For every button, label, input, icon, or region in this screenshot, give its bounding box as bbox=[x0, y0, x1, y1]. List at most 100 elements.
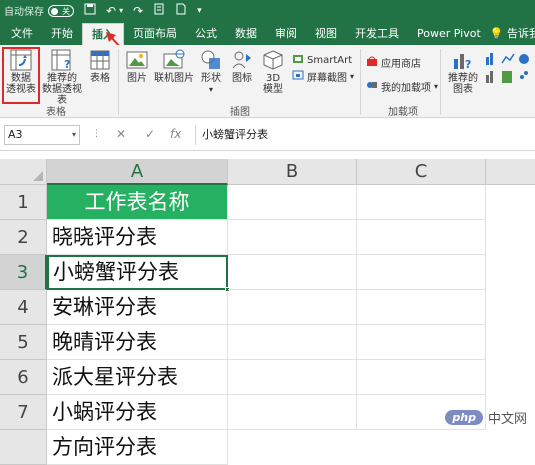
tab-file[interactable]: 文件 bbox=[2, 23, 42, 45]
cell-c1[interactable] bbox=[357, 185, 486, 220]
cell-a3[interactable]: 小螃蟹评分表 bbox=[47, 255, 228, 290]
cell-a8[interactable]: 方向评分表 bbox=[47, 430, 228, 465]
cell-b2[interactable] bbox=[228, 220, 357, 255]
cell-c4[interactable] bbox=[357, 290, 486, 325]
online-picture-button[interactable]: 联机图片 bbox=[152, 49, 196, 84]
cell-a7[interactable]: 小蜗评分表 bbox=[47, 395, 228, 430]
ribbon-tabs: 文件 开始 插入 页面布局 公式 数据 审阅 视图 开发工具 Power Piv… bbox=[0, 21, 535, 45]
chevron-down-icon: ▾ bbox=[71, 130, 76, 139]
my-addins-button[interactable]: 我的加载项 ▾ bbox=[366, 79, 438, 94]
watermark: php 中文网 bbox=[445, 408, 527, 427]
svg-text:?: ? bbox=[64, 58, 70, 71]
tell-me-search[interactable]: 💡 告诉我你想要 bbox=[490, 23, 535, 45]
addins-icon bbox=[366, 79, 378, 94]
column-header-a[interactable]: A bbox=[47, 159, 228, 185]
cell-b1[interactable] bbox=[228, 185, 357, 220]
store-button[interactable]: 应用商店 bbox=[366, 55, 421, 70]
picture-button[interactable]: 图片 bbox=[124, 49, 150, 84]
ribbon-divider bbox=[360, 49, 361, 115]
table-button[interactable]: 表格 bbox=[88, 49, 112, 84]
cell-b7[interactable] bbox=[228, 395, 357, 430]
tab-power-pivot[interactable]: Power Pivot bbox=[408, 23, 490, 45]
cell-a1[interactable]: 工作表名称 bbox=[47, 185, 228, 220]
smartart-button[interactable]: SmartArt bbox=[292, 53, 352, 68]
redo-icon[interactable]: ↷ bbox=[133, 4, 143, 18]
print-preview-icon[interactable] bbox=[153, 3, 165, 18]
icons-button[interactable]: 图标 bbox=[230, 49, 254, 84]
watermark-text: 中文网 bbox=[487, 412, 527, 427]
cell-b4[interactable] bbox=[228, 290, 357, 325]
tab-view[interactable]: 视图 bbox=[306, 23, 346, 45]
cell-b5[interactable] bbox=[228, 325, 357, 360]
customize-toolbar-icon[interactable]: ▾ bbox=[197, 6, 202, 16]
tab-developer[interactable]: 开发工具 bbox=[346, 23, 408, 45]
chart-types-icon bbox=[486, 53, 529, 83]
screenshot-icon bbox=[292, 69, 304, 84]
row-header-2[interactable]: 2 bbox=[0, 220, 47, 255]
cell-a4[interactable]: 安琳评分表 bbox=[47, 290, 228, 325]
online-picture-icon bbox=[163, 49, 185, 71]
highlight-box bbox=[2, 47, 40, 104]
recommended-charts-button[interactable]: ? 推荐的 图表 bbox=[446, 49, 480, 95]
cell-c2[interactable] bbox=[357, 220, 486, 255]
insert-function-icon[interactable]: fx bbox=[170, 125, 181, 143]
tab-home[interactable]: 开始 bbox=[42, 23, 82, 45]
cell-c5[interactable] bbox=[357, 325, 486, 360]
cell-a2[interactable]: 晓晓评分表 bbox=[47, 220, 228, 255]
ribbon-insert: 数据 透视表 ? 推荐的 数据透视表 表格 表格 图片 联机图片 形状 ▾ 图标… bbox=[0, 45, 535, 118]
formula-bar: A3 ▾ ⋮ ✕ ✓ fx 小螃蟹评分表 bbox=[0, 118, 535, 151]
group-label-illustrations: 插图 bbox=[230, 107, 250, 118]
tab-formulas[interactable]: 公式 bbox=[186, 23, 226, 45]
cell-c3[interactable] bbox=[357, 255, 486, 290]
recommended-pivot-icon: ? bbox=[51, 49, 73, 71]
screenshot-button[interactable]: 屏幕截图 ▾ bbox=[292, 69, 354, 84]
tab-data[interactable]: 数据 bbox=[226, 23, 266, 45]
recommended-charts-icon: ? bbox=[452, 49, 474, 71]
formula-input[interactable]: 小螃蟹评分表 bbox=[195, 125, 531, 145]
row-header-3[interactable]: 3 bbox=[0, 255, 47, 290]
cell-a6[interactable]: 派大星评分表 bbox=[47, 360, 228, 395]
new-file-icon[interactable] bbox=[175, 3, 187, 18]
ribbon-divider bbox=[118, 49, 119, 115]
lightbulb-icon: 💡 bbox=[489, 27, 504, 40]
column-header-c[interactable]: C bbox=[357, 159, 486, 185]
shapes-button[interactable]: 形状 ▾ bbox=[198, 49, 224, 95]
row-header-6[interactable]: 6 bbox=[0, 360, 47, 395]
recommended-pivot-button[interactable]: ? 推荐的 数据透视表 bbox=[40, 49, 84, 106]
column-header-d[interactable] bbox=[486, 159, 535, 185]
save-icon[interactable] bbox=[84, 3, 96, 18]
row-header-4[interactable]: 4 bbox=[0, 290, 47, 325]
more-options-icon[interactable]: ⋮ bbox=[92, 125, 101, 143]
cell-c6[interactable] bbox=[357, 360, 486, 395]
picture-icon bbox=[126, 49, 148, 71]
chart-types-gallery[interactable] bbox=[484, 51, 532, 104]
cell-b3[interactable] bbox=[228, 255, 357, 290]
select-all-button[interactable] bbox=[0, 159, 47, 185]
autosave-label: 自动保存 bbox=[4, 7, 44, 18]
cell-a5[interactable]: 晚晴评分表 bbox=[47, 325, 228, 360]
undo-icon[interactable]: ↶ bbox=[106, 4, 116, 18]
autosave-toggle[interactable]: 关 bbox=[48, 4, 74, 17]
php-logo: php bbox=[445, 410, 483, 425]
store-icon bbox=[366, 55, 378, 70]
3d-model-button[interactable]: 3D 模型 bbox=[260, 49, 286, 95]
group-label-tables: 表格 bbox=[46, 107, 66, 118]
column-header-b[interactable]: B bbox=[228, 159, 357, 185]
worksheet-grid: A B C 1 2 3 4 5 6 7 工作表名称 晓晓评分表 小螃蟹评分表 安… bbox=[0, 151, 535, 465]
undo-dropdown-icon[interactable]: ▾ bbox=[119, 6, 123, 15]
name-box[interactable]: A3 ▾ bbox=[4, 125, 80, 145]
table-icon bbox=[89, 49, 111, 71]
title-bar: 自动保存 关 ↶ ▾ ↷ ▾ bbox=[0, 0, 535, 21]
ribbon-divider bbox=[440, 49, 441, 115]
cell-b6[interactable] bbox=[228, 360, 357, 395]
icons-icon bbox=[231, 49, 253, 71]
svg-text:?: ? bbox=[465, 58, 471, 71]
row-header-1[interactable]: 1 bbox=[0, 185, 47, 220]
cancel-icon[interactable]: ✕ bbox=[116, 125, 126, 143]
row-header-7[interactable]: 7 bbox=[0, 395, 47, 430]
enter-icon[interactable]: ✓ bbox=[145, 125, 155, 143]
row-header-8[interactable] bbox=[0, 430, 47, 465]
row-header-5[interactable]: 5 bbox=[0, 325, 47, 360]
shapes-icon bbox=[200, 49, 222, 71]
tab-review[interactable]: 审阅 bbox=[266, 23, 306, 45]
